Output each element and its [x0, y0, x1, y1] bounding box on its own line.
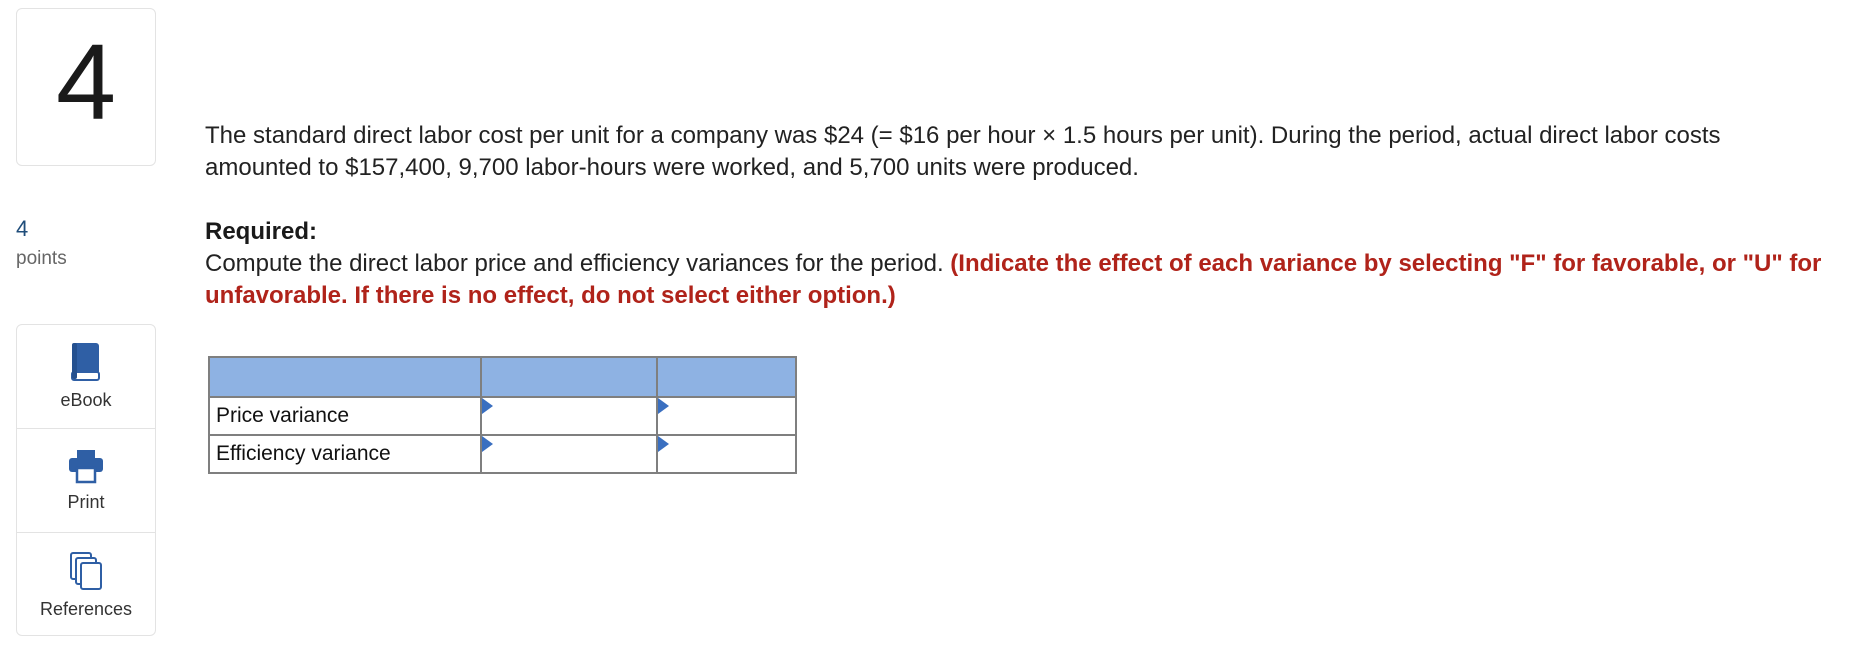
answer-table-header: [208, 356, 797, 398]
question-number: 4: [55, 21, 117, 142]
instruction-paragraph: Compute the direct labor price and effic…: [205, 248, 1825, 312]
price-variance-amount-dropdown[interactable]: [480, 396, 658, 436]
references-icon: [70, 551, 102, 590]
efficiency-variance-amount-dropdown[interactable]: [480, 434, 658, 474]
points-label: points: [16, 248, 67, 269]
required-heading: Required:: [205, 218, 318, 245]
ebook-button[interactable]: eBook: [17, 325, 155, 429]
question-body: The standard direct labor cost per unit …: [205, 120, 1825, 312]
question-tools-panel: eBook Print References: [16, 324, 156, 636]
efficiency-variance-effect-dropdown[interactable]: [656, 434, 797, 474]
question-text: The standard direct labor cost per unit …: [205, 122, 1721, 181]
header-cell-label: [208, 356, 482, 398]
printer-icon: [69, 450, 103, 484]
table-row-price-variance: Price variance: [208, 396, 797, 436]
print-label: Print: [67, 492, 105, 512]
print-button[interactable]: Print: [17, 429, 155, 533]
question-number-card: 4: [16, 8, 156, 166]
price-variance-effect-dropdown[interactable]: [656, 396, 797, 436]
answer-table: Price variance Efficiency variance: [208, 356, 797, 474]
references-button[interactable]: References: [17, 533, 155, 635]
header-cell-effect: [656, 356, 797, 398]
book-icon: [71, 343, 100, 381]
efficiency-variance-label: Efficiency variance: [208, 434, 482, 474]
instruction-text: Compute the direct labor price and effic…: [205, 250, 951, 277]
header-cell-amount: [480, 356, 658, 398]
references-label: References: [39, 598, 133, 619]
price-variance-label: Price variance: [208, 396, 482, 436]
ebook-label: eBook: [60, 390, 112, 410]
points-value: 4: [16, 216, 29, 241]
table-row-efficiency-variance: Efficiency variance: [208, 434, 797, 474]
